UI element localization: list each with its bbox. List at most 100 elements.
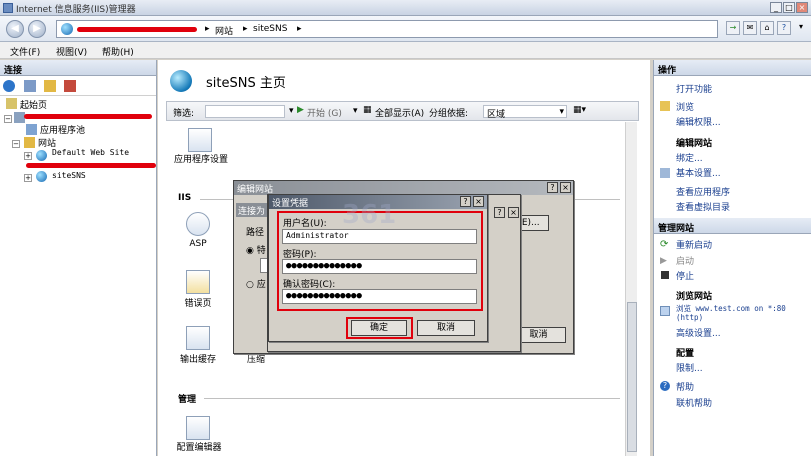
app-pool-icon [26,124,37,135]
menu-bar: 文件(F) 视图(V) 帮助(H) [0,42,811,59]
error-pages-icon[interactable] [186,270,210,294]
group-by-select[interactable]: 区域 ▾ [483,105,567,120]
back-button[interactable]: ◀ [6,20,24,38]
connect-as-help-button[interactable]: ? [494,207,505,218]
credentials-close-button[interactable]: × [473,196,484,207]
username-input[interactable]: Administrator [282,229,477,244]
filter-input[interactable] [205,105,285,118]
up-folder-icon[interactable] [44,80,56,92]
page-title: siteSNS 主页 [206,76,286,91]
site-globe-icon [170,70,192,92]
breadcrumb-sitesns[interactable]: siteSNS [253,24,287,34]
go-arrow-icon: ▶ [297,105,304,115]
edit-site-close-button[interactable]: × [560,182,571,193]
features-scrollbar[interactable] [625,122,637,456]
redacted-site-node [26,163,156,168]
server-collapse-toggle[interactable]: − [4,115,12,123]
radio-specific-user[interactable]: ◉ 特 [246,243,266,256]
start-filter-button[interactable]: 开始 (G) [307,106,342,119]
save-icon[interactable] [24,80,36,92]
filter-label: 筛选: [173,109,195,119]
action-start[interactable]: 启动 [676,254,694,267]
feature-error-pages[interactable]: 错误页 [178,296,218,309]
credentials-cancel-button[interactable]: 取消 [417,320,475,336]
action-view-virtual-dirs[interactable]: 查看虚拟目录 [676,200,730,213]
help-circle-icon: ? [660,381,670,391]
close-icon[interactable]: × [796,2,808,13]
menu-help[interactable]: 帮助(H) [102,45,134,58]
disconnect-icon[interactable] [64,80,76,92]
connect-icon[interactable] [3,80,15,92]
sites-collapse-toggle[interactable]: − [12,140,20,148]
maximize-button[interactable]: □ [783,2,795,13]
username-label: 用户名(U): [283,219,327,229]
window-title: Internet 信息服务(IIS)管理器 [16,5,136,15]
credentials-ok-button[interactable]: 确定 [351,320,407,336]
browse-site-icon [660,306,670,316]
breadcrumb-sites[interactable]: 网站 [215,24,233,37]
stop-icon[interactable]: ✉ [743,21,757,35]
tree-sitesns[interactable]: siteSNS [52,171,86,180]
tree-app-pools[interactable]: 应用程序池 [40,123,85,136]
browse-site-header: 浏览网站 [676,292,713,302]
address-bar[interactable]: ▸ 网站 ▸ siteSNS ▸ [56,20,718,38]
menu-file[interactable]: 文件(F) [10,45,40,58]
home-icon[interactable]: ⌂ [760,21,774,35]
globe-icon [61,23,73,35]
edit-site-header: 编辑网站 [676,139,713,149]
show-all-button[interactable]: 全部显示(A) [375,106,424,119]
action-browse[interactable]: 浏览 [676,100,694,113]
edit-site-help-button[interactable]: ? [547,182,558,193]
action-advanced-settings[interactable]: 高级设置... [676,326,721,339]
go-icon[interactable]: → [726,21,740,35]
iis-app-icon [3,3,13,13]
default-site-expand-toggle[interactable]: + [24,152,32,160]
action-open-feature[interactable]: 打开功能 [676,82,712,95]
action-bindings[interactable]: 绑定... [676,151,703,164]
filter-dropdown-icon[interactable]: ▾ [289,106,294,116]
feature-app-settings[interactable]: 应用程序设置 [172,152,230,165]
action-help[interactable]: 帮助 [676,380,694,393]
connections-toolbar [0,77,156,96]
help-dropdown-icon[interactable]: ▾ [794,21,808,35]
action-basic-settings[interactable]: 基本设置... [676,166,721,179]
asp-icon[interactable] [186,212,210,236]
scrollbar-thumb[interactable] [627,302,637,452]
feature-config-editor[interactable]: 配置编辑器 [172,440,226,453]
minimize-button[interactable]: _ [770,2,782,13]
sitesns-expand-toggle[interactable]: + [24,174,32,182]
sitesns-globe-icon [36,171,47,182]
tree-default-web-site[interactable]: Default Web Site [52,148,129,157]
action-restart[interactable]: 重新启动 [676,238,712,251]
feature-asp[interactable]: ASP [178,239,218,249]
view-mode-icon[interactable]: ▦▾ [573,105,586,115]
forward-button[interactable]: ▶ [28,20,46,38]
stop-square-icon [661,271,669,279]
action-view-applications[interactable]: 查看应用程序 [676,185,730,198]
connections-pane: 连接 起始页 − 应用程序池 − 网站 + Default Web Site +… [0,60,157,456]
page-header: siteSNS 主页 [158,60,650,98]
password-input[interactable]: ●●●●●●●●●●●●●● [282,259,477,274]
chevron-down-icon: ▾ [559,107,564,117]
tree-start-page[interactable]: 起始页 [20,98,47,111]
action-browse-url-protocol[interactable]: (http) [676,313,703,322]
action-stop[interactable]: 停止 [676,269,694,282]
confirm-password-input[interactable]: ●●●●●●●●●●●●●● [282,289,477,304]
actions-header: 操作 [654,60,811,76]
app-settings-icon[interactable] [188,128,212,152]
menu-view[interactable]: 视图(V) [56,45,87,58]
config-editor-icon[interactable] [186,416,210,440]
output-cache-icon[interactable] [186,326,210,350]
action-edit-permissions[interactable]: 编辑权限... [676,115,721,128]
filter-bar: 筛选: ▾ ▶ 开始 (G) ▾ ▦ 全部显示(A) 分组依据: 区域 ▾ ▦▾ [166,101,639,121]
radio-app-user[interactable]: ○ 应 [246,277,266,290]
sites-folder-icon [24,137,35,148]
help-icon[interactable]: ? [777,21,791,35]
credentials-help-button[interactable]: ? [460,196,471,207]
feature-output-cache[interactable]: 输出缓存 [172,352,224,365]
window-title-bar: Internet 信息服务(IIS)管理器 _ □ × [0,0,811,16]
action-online-help[interactable]: 联机帮助 [676,396,712,409]
action-limits[interactable]: 限制... [676,361,703,374]
group-by-label: 分组依据: [429,109,469,119]
connect-as-close-button[interactable]: × [508,207,519,218]
